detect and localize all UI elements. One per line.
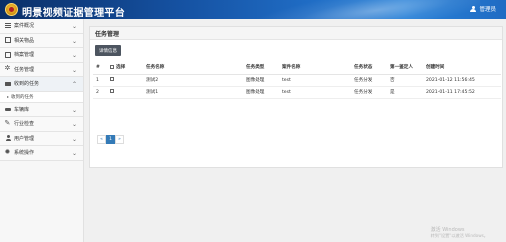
row-checkbox[interactable] (110, 89, 114, 94)
sidebar-subitem-label: 收到的任务 (11, 94, 34, 100)
col-select-label: 选择 (116, 65, 126, 71)
chevron-down-icon: ⌄ (71, 135, 77, 143)
user-menu[interactable]: 管理员 (470, 5, 496, 13)
wrench-icon (5, 119, 11, 127)
col-select[interactable]: 选择 (107, 61, 143, 75)
table-header-row: # 选择 任务名称 任务类型 案件名称 任务状态 第一鉴定人 创建时间 (93, 61, 501, 75)
cog-icon (5, 148, 11, 156)
cell-case-name: test (279, 74, 351, 87)
pagination-next-button[interactable]: » (115, 135, 124, 144)
main-content: 任务管理 详情信息 # 选择 任务名称 任务类型 案件名称 任务状态 第一鉴定人… (84, 19, 506, 242)
sidebar-item-label: 收到的任务 (14, 81, 40, 88)
col-created-time: 创建时间 (423, 61, 501, 75)
row-checkbox[interactable] (110, 77, 114, 82)
col-index: # (93, 61, 107, 75)
table-row[interactable]: 2 测试1 图像处理 test 任务分发 是 2021-01-11 17:45:… (93, 86, 501, 99)
bars-icon (5, 23, 11, 29)
chevron-down-icon: ⌄ (71, 66, 77, 74)
chevron-down-icon: ⌄ (71, 23, 77, 30)
chevron-down-icon: ⌄ (71, 121, 77, 128)
task-panel: 任务管理 详情信息 # 选择 任务名称 任务类型 案件名称 任务状态 第一鉴定人… (89, 26, 503, 168)
car-icon (5, 106, 11, 112)
sidebar-item-system[interactable]: 系统操作 ⌄ (0, 146, 83, 161)
chevron-down-icon: ⌄ (71, 106, 77, 114)
sidebar-item-task-management[interactable]: 任务管理 ⌄ (0, 62, 83, 77)
chevron-down-icon: ⌄ (71, 150, 77, 157)
caret-right-icon: ▸ (7, 94, 10, 99)
cell-first-appraiser: 否 (387, 74, 423, 87)
sidebar-item-label: 档案管理 (14, 52, 35, 59)
table-row[interactable]: 1 测试2 图像处理 test 任务分发 否 2021-01-12 11:56:… (93, 74, 501, 87)
cell-created-time: 2021-01-12 11:56:45 (423, 74, 501, 87)
sidebar-item-label: 系统操作 (14, 150, 35, 157)
sidebar-item-users[interactable]: 用户管理 ⌄ (0, 131, 83, 146)
header-decoration (218, 0, 482, 19)
sidebar-item-vehicles[interactable]: 车辆库 ⌄ (0, 102, 83, 117)
cell-task-status: 任务分发 (351, 86, 387, 99)
user-name: 管理员 (479, 7, 496, 13)
user-icon (5, 135, 11, 142)
chevron-down-icon: ⌄ (71, 37, 77, 45)
box-icon (5, 37, 11, 44)
sidebar-item-label: 任务管理 (14, 66, 35, 73)
sidebar-item-industry-check[interactable]: 行业检查 ⌄ (0, 117, 83, 132)
cell-task-status: 任务分发 (351, 74, 387, 87)
detail-info-button[interactable]: 详情信息 (95, 45, 121, 56)
cell-case-name: test (279, 86, 351, 99)
col-task-name: 任务名称 (143, 61, 243, 75)
sidebar-item-label: 案件概况 (14, 23, 35, 30)
file-icon (5, 51, 11, 58)
folder-icon (5, 81, 11, 87)
pagination: « 1 » (97, 135, 124, 144)
cell-index: 1 (93, 74, 107, 87)
col-case-name: 案件名称 (279, 61, 351, 75)
cell-select[interactable] (107, 86, 143, 99)
cell-index: 2 (93, 86, 107, 99)
cell-task-type: 图像处理 (243, 86, 279, 99)
sidebar-item-items[interactable]: 相关物品 ⌄ (0, 33, 83, 48)
chevron-up-icon: ⌃ (71, 81, 77, 88)
cell-task-type: 图像处理 (243, 74, 279, 87)
sidebar-item-label: 用户管理 (14, 135, 35, 142)
task-table: # 选择 任务名称 任务类型 案件名称 任务状态 第一鉴定人 创建时间 1 测试… (93, 61, 501, 99)
user-icon (470, 5, 477, 13)
sidebar: 案件概况 ⌄ 相关物品 ⌄ 档案管理 ⌄ 任务管理 ⌄ 收到的任务 ⌃ ▸ 收到… (0, 19, 84, 242)
col-first-appraiser: 第一鉴定人 (387, 61, 423, 75)
cell-select[interactable] (107, 74, 143, 87)
pagination-page-button[interactable]: 1 (106, 135, 115, 144)
sidebar-item-case-overview[interactable]: 案件概况 ⌄ (0, 19, 83, 34)
cell-created-time: 2021-01-11 17:45:52 (423, 86, 501, 99)
app-title: 明景视频证据管理平台 (22, 8, 125, 19)
sidebar-item-received-tasks[interactable]: 收到的任务 ⌃ (0, 77, 83, 92)
sidebar-subitem-received-tasks[interactable]: ▸ 收到的任务 (0, 91, 83, 103)
gear-icon (5, 64, 11, 72)
col-task-type: 任务类型 (243, 61, 279, 75)
cell-task-name: 测试1 (143, 86, 243, 99)
sidebar-item-label: 行业检查 (14, 121, 35, 128)
chevron-down-icon: ⌄ (71, 52, 77, 59)
cell-task-name: 测试2 (143, 74, 243, 87)
select-all-checkbox[interactable] (110, 64, 114, 69)
police-badge-logo-icon (5, 3, 18, 16)
cell-first-appraiser: 是 (387, 86, 423, 99)
top-header: 明景视频证据管理平台 管理员 (0, 0, 506, 19)
panel-title: 任务管理 (90, 27, 502, 40)
sidebar-item-label: 相关物品 (14, 37, 35, 44)
windows-activation-watermark: 激活 Windows 转到"设置"以激活 Windows。 (431, 227, 488, 239)
col-task-status: 任务状态 (351, 61, 387, 75)
pagination-prev-button[interactable]: « (97, 135, 106, 144)
watermark-line2: 转到"设置"以激活 Windows。 (430, 233, 488, 238)
sidebar-item-label: 车辆库 (14, 106, 30, 113)
sidebar-item-archive[interactable]: 档案管理 ⌄ (0, 48, 83, 63)
